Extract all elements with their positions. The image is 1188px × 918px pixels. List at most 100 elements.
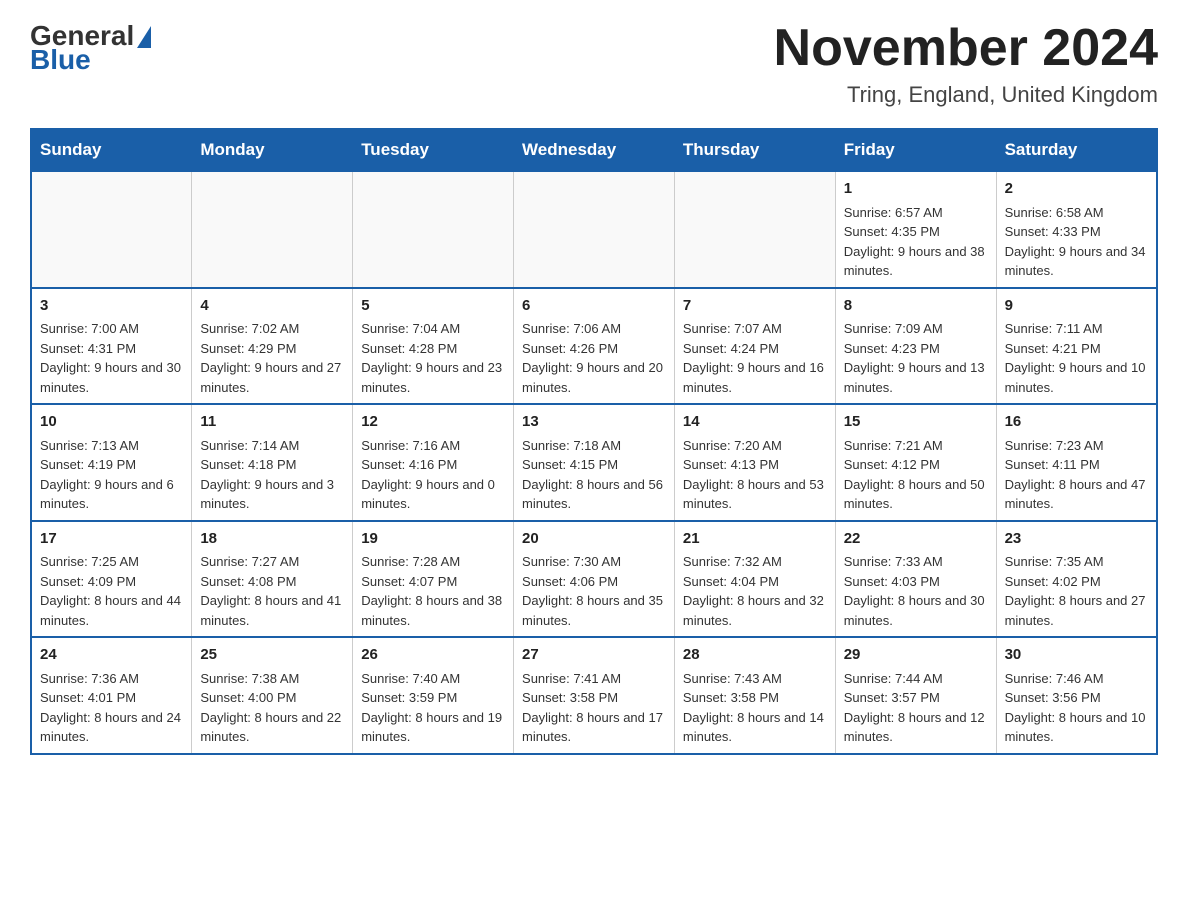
day-info: Sunrise: 7:21 AM bbox=[844, 436, 988, 456]
calendar-week-row: 10Sunrise: 7:13 AMSunset: 4:19 PMDayligh… bbox=[31, 404, 1157, 521]
day-info: Sunset: 4:26 PM bbox=[522, 339, 666, 359]
day-info: Sunrise: 7:13 AM bbox=[40, 436, 183, 456]
day-info: Daylight: 8 hours and 19 minutes. bbox=[361, 708, 505, 747]
day-number: 30 bbox=[1005, 644, 1148, 667]
day-number: 12 bbox=[361, 411, 505, 434]
day-info: Sunset: 3:58 PM bbox=[522, 688, 666, 708]
day-number: 4 bbox=[200, 295, 344, 318]
day-info: Daylight: 9 hours and 27 minutes. bbox=[200, 358, 344, 397]
day-info: Sunset: 4:24 PM bbox=[683, 339, 827, 359]
day-info: Sunrise: 7:41 AM bbox=[522, 669, 666, 689]
calendar-cell: 19Sunrise: 7:28 AMSunset: 4:07 PMDayligh… bbox=[353, 521, 514, 638]
day-number: 8 bbox=[844, 295, 988, 318]
day-info: Daylight: 9 hours and 6 minutes. bbox=[40, 475, 183, 514]
calendar-week-row: 1Sunrise: 6:57 AMSunset: 4:35 PM Daylight… bbox=[31, 171, 1157, 288]
day-info: Sunrise: 7:02 AM bbox=[200, 319, 344, 339]
day-info: Sunrise: 7:32 AM bbox=[683, 552, 827, 572]
day-info: Sunset: 4:35 PM bbox=[844, 222, 988, 242]
title-section: November 2024 Tring, England, United Kin… bbox=[774, 20, 1158, 108]
day-info: Sunset: 4:21 PM bbox=[1005, 339, 1148, 359]
day-info: Sunrise: 7:44 AM bbox=[844, 669, 988, 689]
day-info: Daylight: 8 hours and 47 minutes. bbox=[1005, 475, 1148, 514]
calendar-cell: 11Sunrise: 7:14 AMSunset: 4:18 PMDayligh… bbox=[192, 404, 353, 521]
day-info: Sunset: 4:28 PM bbox=[361, 339, 505, 359]
day-info: Sunset: 4:18 PM bbox=[200, 455, 344, 475]
day-info: Sunset: 4:13 PM bbox=[683, 455, 827, 475]
day-info: Daylight: 9 hours and 16 minutes. bbox=[683, 358, 827, 397]
day-info: Sunset: 4:09 PM bbox=[40, 572, 183, 592]
calendar-cell bbox=[353, 171, 514, 288]
day-info: Daylight: 9 hours and 23 minutes. bbox=[361, 358, 505, 397]
day-info: Sunset: 4:33 PM bbox=[1005, 222, 1148, 242]
day-number: 17 bbox=[40, 528, 183, 551]
calendar-cell: 21Sunrise: 7:32 AMSunset: 4:04 PMDayligh… bbox=[674, 521, 835, 638]
day-number: 3 bbox=[40, 295, 183, 318]
day-info: Daylight: 9 hours and 34 minutes. bbox=[1005, 242, 1148, 281]
day-info: Daylight: 8 hours and 14 minutes. bbox=[683, 708, 827, 747]
weekday-header-tuesday: Tuesday bbox=[353, 129, 514, 171]
day-info: Sunset: 4:08 PM bbox=[200, 572, 344, 592]
day-number: 23 bbox=[1005, 528, 1148, 551]
day-info: Daylight: 8 hours and 41 minutes. bbox=[200, 591, 344, 630]
weekday-header-monday: Monday bbox=[192, 129, 353, 171]
day-info: Sunrise: 7:18 AM bbox=[522, 436, 666, 456]
day-number: 16 bbox=[1005, 411, 1148, 434]
calendar-cell: 24Sunrise: 7:36 AMSunset: 4:01 PMDayligh… bbox=[31, 637, 192, 754]
day-info: Daylight: 9 hours and 20 minutes. bbox=[522, 358, 666, 397]
weekday-header-row: SundayMondayTuesdayWednesdayThursdayFrid… bbox=[31, 129, 1157, 171]
day-info: Daylight: 8 hours and 30 minutes. bbox=[844, 591, 988, 630]
day-info: Daylight: 8 hours and 12 minutes. bbox=[844, 708, 988, 747]
day-number: 21 bbox=[683, 528, 827, 551]
day-number: 19 bbox=[361, 528, 505, 551]
day-number: 2 bbox=[1005, 178, 1148, 201]
calendar-cell: 25Sunrise: 7:38 AMSunset: 4:00 PMDayligh… bbox=[192, 637, 353, 754]
day-number: 11 bbox=[200, 411, 344, 434]
day-info: Sunset: 4:06 PM bbox=[522, 572, 666, 592]
day-number: 7 bbox=[683, 295, 827, 318]
month-title: November 2024 bbox=[774, 20, 1158, 77]
day-info: Daylight: 9 hours and 13 minutes. bbox=[844, 358, 988, 397]
day-info: Sunset: 4:16 PM bbox=[361, 455, 505, 475]
day-number: 24 bbox=[40, 644, 183, 667]
day-info: Daylight: 8 hours and 53 minutes. bbox=[683, 475, 827, 514]
day-info: Daylight: 8 hours and 50 minutes. bbox=[844, 475, 988, 514]
day-info: Sunrise: 7:40 AM bbox=[361, 669, 505, 689]
day-info: Sunrise: 7:23 AM bbox=[1005, 436, 1148, 456]
day-info: Sunset: 4:19 PM bbox=[40, 455, 183, 475]
calendar-cell: 27Sunrise: 7:41 AMSunset: 3:58 PMDayligh… bbox=[514, 637, 675, 754]
day-info: Sunrise: 7:09 AM bbox=[844, 319, 988, 339]
day-number: 26 bbox=[361, 644, 505, 667]
weekday-header-wednesday: Wednesday bbox=[514, 129, 675, 171]
day-info: Sunrise: 7:04 AM bbox=[361, 319, 505, 339]
day-info: Sunrise: 7:06 AM bbox=[522, 319, 666, 339]
day-number: 1 bbox=[844, 178, 988, 201]
day-info: Daylight: 8 hours and 24 minutes. bbox=[40, 708, 183, 747]
day-info: Daylight: 8 hours and 38 minutes. bbox=[361, 591, 505, 630]
day-info: Daylight: 8 hours and 32 minutes. bbox=[683, 591, 827, 630]
calendar-cell: 15Sunrise: 7:21 AMSunset: 4:12 PMDayligh… bbox=[835, 404, 996, 521]
calendar-cell: 4Sunrise: 7:02 AMSunset: 4:29 PMDaylight… bbox=[192, 288, 353, 405]
day-number: 25 bbox=[200, 644, 344, 667]
weekday-header-thursday: Thursday bbox=[674, 129, 835, 171]
day-info: Sunset: 3:58 PM bbox=[683, 688, 827, 708]
day-info: Sunset: 4:00 PM bbox=[200, 688, 344, 708]
day-info: Daylight: 8 hours and 17 minutes. bbox=[522, 708, 666, 747]
day-info: Sunrise: 6:57 AM bbox=[844, 203, 988, 223]
day-info: Sunset: 4:07 PM bbox=[361, 572, 505, 592]
day-number: 28 bbox=[683, 644, 827, 667]
day-number: 14 bbox=[683, 411, 827, 434]
calendar-cell: 29Sunrise: 7:44 AMSunset: 3:57 PMDayligh… bbox=[835, 637, 996, 754]
day-number: 6 bbox=[522, 295, 666, 318]
calendar-cell: 1Sunrise: 6:57 AMSunset: 4:35 PMDaylight… bbox=[835, 171, 996, 288]
day-info: Sunrise: 7:35 AM bbox=[1005, 552, 1148, 572]
calendar-week-row: 17Sunrise: 7:25 AMSunset: 4:09 PMDayligh… bbox=[31, 521, 1157, 638]
day-number: 27 bbox=[522, 644, 666, 667]
calendar-cell: 17Sunrise: 7:25 AMSunset: 4:09 PMDayligh… bbox=[31, 521, 192, 638]
logo: General Blue bbox=[30, 20, 151, 76]
day-info: Sunrise: 7:33 AM bbox=[844, 552, 988, 572]
day-info: Sunset: 4:12 PM bbox=[844, 455, 988, 475]
weekday-header-friday: Friday bbox=[835, 129, 996, 171]
calendar-cell: 9Sunrise: 7:11 AMSunset: 4:21 PMDaylight… bbox=[996, 288, 1157, 405]
calendar-week-row: 3Sunrise: 7:00 AMSunset: 4:31 PMDaylight… bbox=[31, 288, 1157, 405]
weekday-header-saturday: Saturday bbox=[996, 129, 1157, 171]
